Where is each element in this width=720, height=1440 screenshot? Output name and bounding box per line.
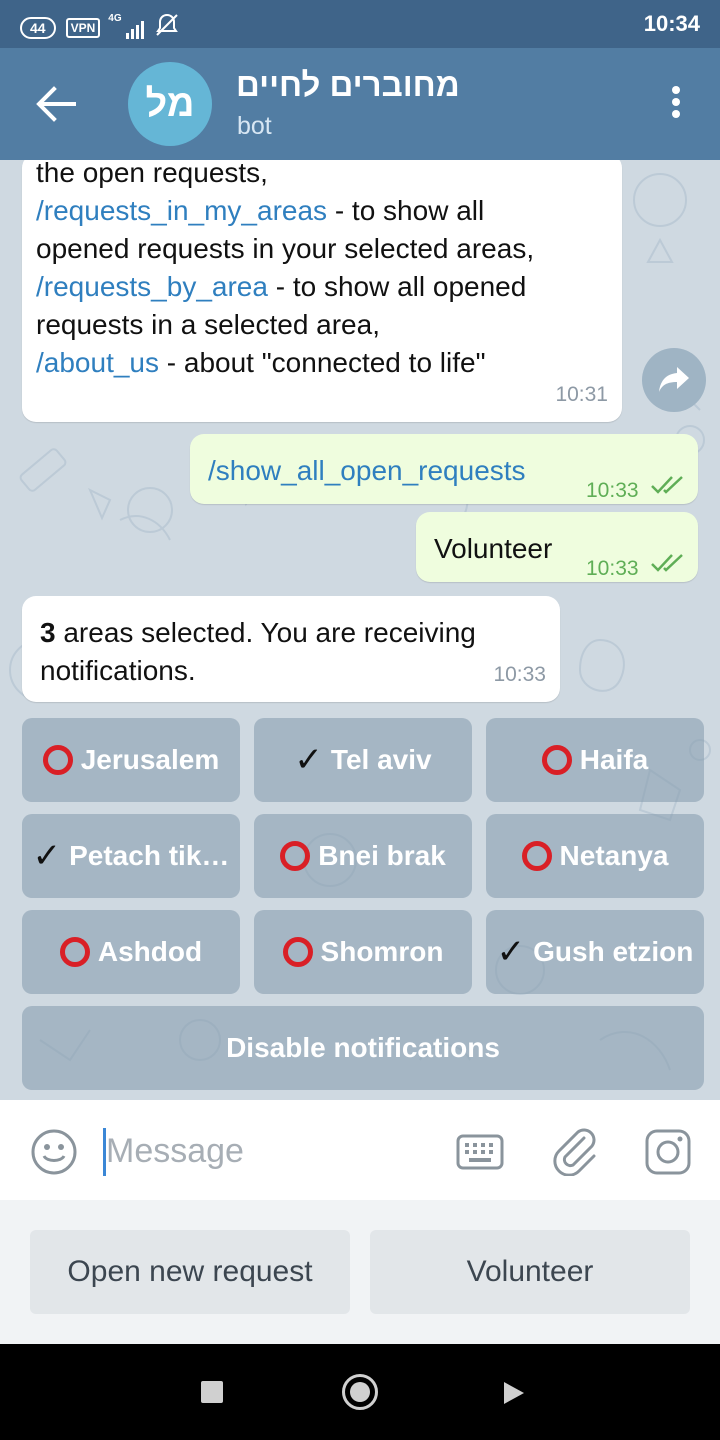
recents-square-icon[interactable] xyxy=(201,1381,223,1403)
command-link-about-us[interactable]: /about_us xyxy=(36,347,159,378)
share-button[interactable] xyxy=(642,348,706,412)
unselected-circle-icon xyxy=(280,841,311,871)
reply-keyboard: Open new request Volunteer xyxy=(0,1200,720,1344)
area-label: Netanya xyxy=(559,840,669,871)
vpn-indicator: VPN xyxy=(65,17,101,38)
signal-icon: 4G xyxy=(108,13,145,39)
share-icon xyxy=(659,367,689,392)
message-line: requests in a selected area, xyxy=(36,306,380,344)
area-label: Petach tik… xyxy=(69,840,230,871)
muted-alarm-icon xyxy=(154,12,180,43)
clock: 10:34 xyxy=(643,11,700,36)
message-text[interactable]: /show_all_open_requests xyxy=(208,452,526,490)
message-time: 10:33 xyxy=(493,663,546,686)
outgoing-message-volunteer: Volunteer 10:33 xyxy=(416,512,698,582)
message-time: 10:33 xyxy=(586,479,639,502)
area-label: Ashdod xyxy=(97,936,203,967)
message-line: /about_us - about "connected to life" xyxy=(36,344,486,382)
checkmark-icon: ✓ xyxy=(294,741,323,779)
checkmark-icon: ✓ xyxy=(32,837,62,875)
message-text: requests in a selected area, xyxy=(36,309,380,340)
area-button-haifa[interactable]: Haifa xyxy=(486,718,704,802)
status-bar: 44 VPN 4G 10:34 xyxy=(0,0,720,48)
message-input[interactable]: Message xyxy=(106,1132,244,1171)
button-label: Disable notifications xyxy=(226,1032,500,1063)
area-button-netanya[interactable]: Netanya xyxy=(486,814,704,898)
unselected-circle-icon xyxy=(282,937,313,967)
bot-message-commands: the open requests, /requests_in_my_areas… xyxy=(22,160,622,422)
chat-header: מל מחוברים לחיים bot xyxy=(0,48,720,160)
command-link-requests-in-my-areas[interactable]: /requests_in_my_areas xyxy=(36,195,327,226)
message-text: areas selected. You are receiving xyxy=(55,617,476,648)
chat-subtitle: bot xyxy=(237,112,272,140)
avatar[interactable]: מל xyxy=(128,62,212,146)
bot-message-status: 3 areas selected. You are receiving noti… xyxy=(22,596,560,702)
disable-notifications-button[interactable]: Disable notifications xyxy=(22,1006,704,1090)
back-arrow-icon[interactable] xyxy=(34,84,78,124)
area-button-ashdod[interactable]: Ashdod xyxy=(22,910,240,994)
message-text: the open requests, xyxy=(36,160,268,188)
attach-paperclip-icon[interactable] xyxy=(552,1126,598,1181)
notification-count-badge: 44 xyxy=(20,16,56,39)
unselected-circle-icon xyxy=(42,745,73,775)
message-list[interactable]: the open requests, /requests_in_my_areas… xyxy=(0,160,720,1100)
area-button-petach-tikva[interactable]: ✓ Petach tik… xyxy=(22,814,240,898)
more-options-icon[interactable] xyxy=(670,86,682,122)
emoji-icon[interactable] xyxy=(30,1128,78,1181)
camera-icon[interactable] xyxy=(644,1128,692,1181)
area-label: Bnei brak xyxy=(318,840,446,871)
message-line: notifications. xyxy=(40,652,196,690)
areas-count: 3 xyxy=(40,617,56,648)
keyboard-icon[interactable] xyxy=(456,1134,504,1175)
area-label: Gush etzion xyxy=(533,936,694,967)
unselected-circle-icon xyxy=(521,841,552,871)
message-line: /requests_by_area - to show all opened xyxy=(36,268,526,306)
outgoing-message-command: /show_all_open_requests 10:33 xyxy=(190,434,698,504)
command-link-requests-by-area[interactable]: /requests_by_area xyxy=(36,271,268,302)
home-circle-icon[interactable] xyxy=(342,1374,378,1410)
message-line: 3 areas selected. You are receiving xyxy=(40,614,476,652)
back-triangle-icon[interactable] xyxy=(502,1380,526,1411)
message-line: the open requests, xyxy=(36,160,268,192)
area-button-bnei-brak[interactable]: Bnei brak xyxy=(254,814,472,898)
open-new-request-button[interactable]: Open new request xyxy=(30,1230,350,1314)
message-text: - about "connected to life" xyxy=(159,347,486,378)
message-text: - to show all xyxy=(327,195,485,226)
message-text: opened requests in your selected areas, xyxy=(36,233,535,264)
area-label: Jerusalem xyxy=(80,744,220,775)
area-button-jerusalem[interactable]: Jerusalem xyxy=(22,718,240,802)
area-label: Haifa xyxy=(579,744,649,775)
system-navigation-bar xyxy=(0,1344,720,1440)
unselected-circle-icon xyxy=(541,745,572,775)
area-button-tel-aviv[interactable]: ✓ Tel aviv xyxy=(254,718,472,802)
area-button-shomron[interactable]: Shomron xyxy=(254,910,472,994)
volunteer-button[interactable]: Volunteer xyxy=(370,1230,690,1314)
message-text: notifications. xyxy=(40,655,196,686)
network-type-label: 4G xyxy=(108,12,122,24)
read-checkmarks-icon xyxy=(651,476,683,494)
area-label: Shomron xyxy=(320,936,444,967)
message-time: 10:31 xyxy=(555,383,608,406)
read-checkmarks-icon xyxy=(651,554,683,572)
unselected-circle-icon xyxy=(59,937,90,967)
message-time: 10:33 xyxy=(586,557,639,580)
message-text: Volunteer xyxy=(434,533,553,564)
message-line: opened requests in your selected areas, xyxy=(36,230,534,268)
checkmark-icon: ✓ xyxy=(496,933,526,971)
message-composer: Message xyxy=(0,1100,720,1200)
message-line: /requests_in_my_areas - to show all xyxy=(36,192,484,230)
chat-title[interactable]: מחוברים לחיים xyxy=(236,66,460,104)
area-label: Tel aviv xyxy=(330,744,432,775)
message-text: - to show all opened xyxy=(267,271,527,302)
area-button-gush-etzion[interactable]: ✓ Gush etzion xyxy=(486,910,704,994)
